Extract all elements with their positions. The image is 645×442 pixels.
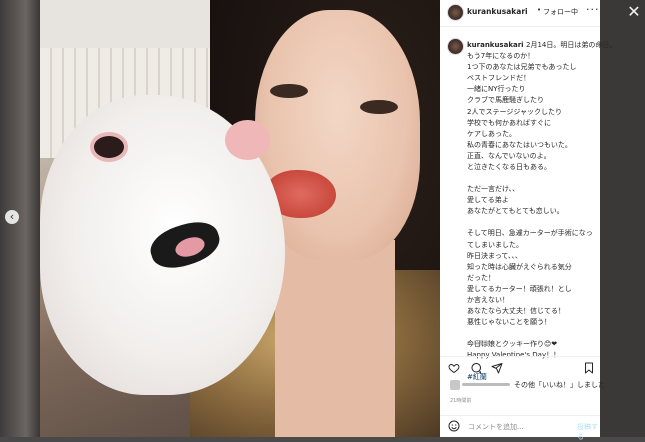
caption-line: kurankusakari 2月14日。明日は弟の命日。: [467, 40, 616, 51]
caption-line: と泣きたくなる日もある。: [467, 163, 551, 172]
caption-gap: [467, 328, 597, 339]
photo-eye-left: [270, 84, 308, 98]
caption-line: か言えない！: [467, 295, 509, 304]
chevron-left-icon[interactable]: ‹: [5, 210, 19, 224]
heart-icon[interactable]: [448, 362, 460, 374]
separator-dot: •: [537, 6, 542, 14]
caption-area: kurankusakari 2月14日。明日は弟の命日。 もう7年になるのか！ 1つ…: [440, 34, 616, 381]
emoji-icon[interactable]: [448, 420, 460, 432]
likes-text[interactable]: その他「いいね！」しました: [514, 380, 605, 390]
post-username[interactable]: kurankusakari: [467, 7, 528, 16]
modal-backdrop-right[interactable]: [600, 0, 645, 437]
caption-line: 学校でも何かあればすぐに: [467, 118, 551, 127]
bookmark-icon[interactable]: [583, 362, 595, 374]
caption-line-text: 2月14日。明日は弟の命日。: [526, 41, 617, 49]
avatar[interactable]: [447, 4, 464, 21]
post-side-panel: kurankusakari • フォロー中 ··· kurankusakari …: [440, 0, 616, 441]
photo-dog-nose: [225, 120, 270, 160]
caption-line: 知った時は心臓がえぐられる気分: [467, 262, 572, 271]
post-comment-button[interactable]: 投稿する: [577, 422, 600, 442]
caption-time: 21時間前: [467, 341, 491, 347]
comment-input[interactable]: [468, 420, 568, 433]
caption-line: 愛してる弟よ: [467, 196, 509, 205]
caption-line: あなたなら大丈夫！信じてる！: [467, 307, 565, 316]
caption-line: 1つ下のあなたは兄弟でもあったし: [467, 63, 577, 72]
caption-line: 私の青春にあなたはいつもいた。: [467, 140, 572, 149]
caption-line: 昨日決まって、、、: [467, 251, 523, 260]
caption-gap: [467, 173, 597, 184]
caption-line: ただ一言だけ、、: [467, 185, 520, 194]
caption-line: 正直、なんでいないのよ。: [467, 151, 551, 160]
caption-line: 2人でステージジャックしたり: [467, 107, 562, 116]
caption-line: ケアしあった。: [467, 129, 516, 138]
share-icon[interactable]: [491, 362, 503, 374]
comment-icon[interactable]: [470, 362, 482, 374]
caption-line: ベストフレンドだ！: [467, 74, 531, 83]
more-options-icon[interactable]: ···: [586, 3, 600, 16]
caption-line: 愛してるカーター！頑張れ！とし: [467, 284, 572, 293]
post-header: kurankusakari • フォロー中 ···: [440, 0, 600, 27]
photo-dog-eye: [90, 132, 128, 162]
posted-time: 21時間前: [450, 398, 472, 404]
liker-avatar[interactable]: [450, 380, 460, 390]
caption-line: もう7年になるのか！: [467, 52, 535, 61]
caption-line: だった！: [467, 273, 495, 282]
caption-line: 一緒にNY行ったり: [467, 85, 526, 94]
following-button[interactable]: フォロー中: [543, 7, 578, 17]
likes-row: その他「いいね！」しました: [440, 378, 605, 392]
caption-text: kurankusakari 2月14日。明日は弟の命日。 もう7年になるのか！ 1つ…: [467, 40, 616, 384]
caption-line: 悪性じゃないことを願う！: [467, 318, 551, 327]
photo-neck: [275, 240, 395, 437]
caption-username[interactable]: kurankusakari: [467, 41, 526, 49]
liker-name-redacted: [462, 383, 510, 386]
action-bar: [440, 356, 600, 377]
caption-line: クラブで馬鹿騒ぎしたり: [467, 96, 544, 105]
caption-gap: [467, 217, 597, 228]
comment-bar: 投稿する: [440, 415, 600, 441]
caption-line: そして明日、急遽カーターが手術になってしまいました。: [467, 229, 593, 249]
close-icon[interactable]: ✕: [626, 4, 642, 20]
caption-line: あなたがとてもとても恋しい。: [467, 207, 564, 216]
photo-eye-right: [360, 100, 398, 114]
post-photo[interactable]: [40, 0, 440, 437]
caption-avatar[interactable]: [447, 38, 464, 55]
